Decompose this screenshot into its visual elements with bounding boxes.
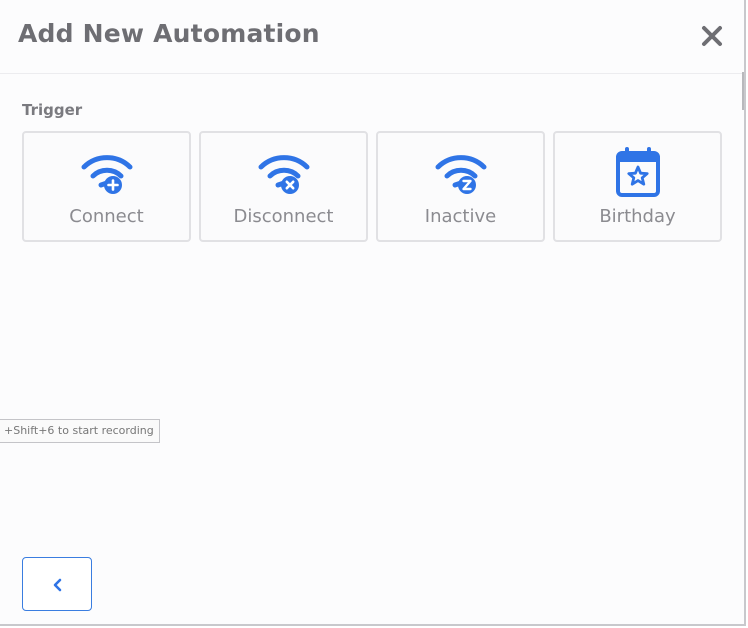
trigger-option-label: Birthday (599, 206, 676, 227)
close-button[interactable] (696, 20, 728, 52)
trigger-option-disconnect[interactable]: Disconnect (199, 131, 368, 242)
wifi-plus-icon (81, 155, 132, 194)
back-button[interactable] (22, 557, 92, 611)
trigger-option-connect[interactable]: Connect (22, 131, 191, 242)
trigger-option-label: Connect (69, 206, 144, 227)
trigger-options: Connect Disconnect Inactive Birthday (22, 131, 722, 242)
trigger-option-label: Disconnect (233, 206, 334, 227)
close-icon (702, 26, 722, 46)
dialog-title: Add New Automation (18, 19, 320, 48)
trigger-option-label: Inactive (424, 206, 497, 227)
dialog-header: Add New Automation (0, 0, 744, 74)
chevron-left-icon (53, 578, 62, 592)
recording-hint-tooltip: +Shift+6 to start recording (0, 419, 160, 443)
scrollbar-edge (742, 72, 744, 110)
trigger-option-birthday[interactable]: Birthday (553, 131, 722, 242)
trigger-section-label: Trigger (22, 101, 83, 119)
wifi-x-icon (258, 155, 309, 194)
wifi-sleep-icon (435, 155, 486, 194)
calendar-star-icon (615, 147, 660, 197)
add-automation-dialog: Add New Automation Trigger Connect Disco… (0, 0, 746, 626)
trigger-option-inactive[interactable]: Inactive (376, 131, 545, 242)
